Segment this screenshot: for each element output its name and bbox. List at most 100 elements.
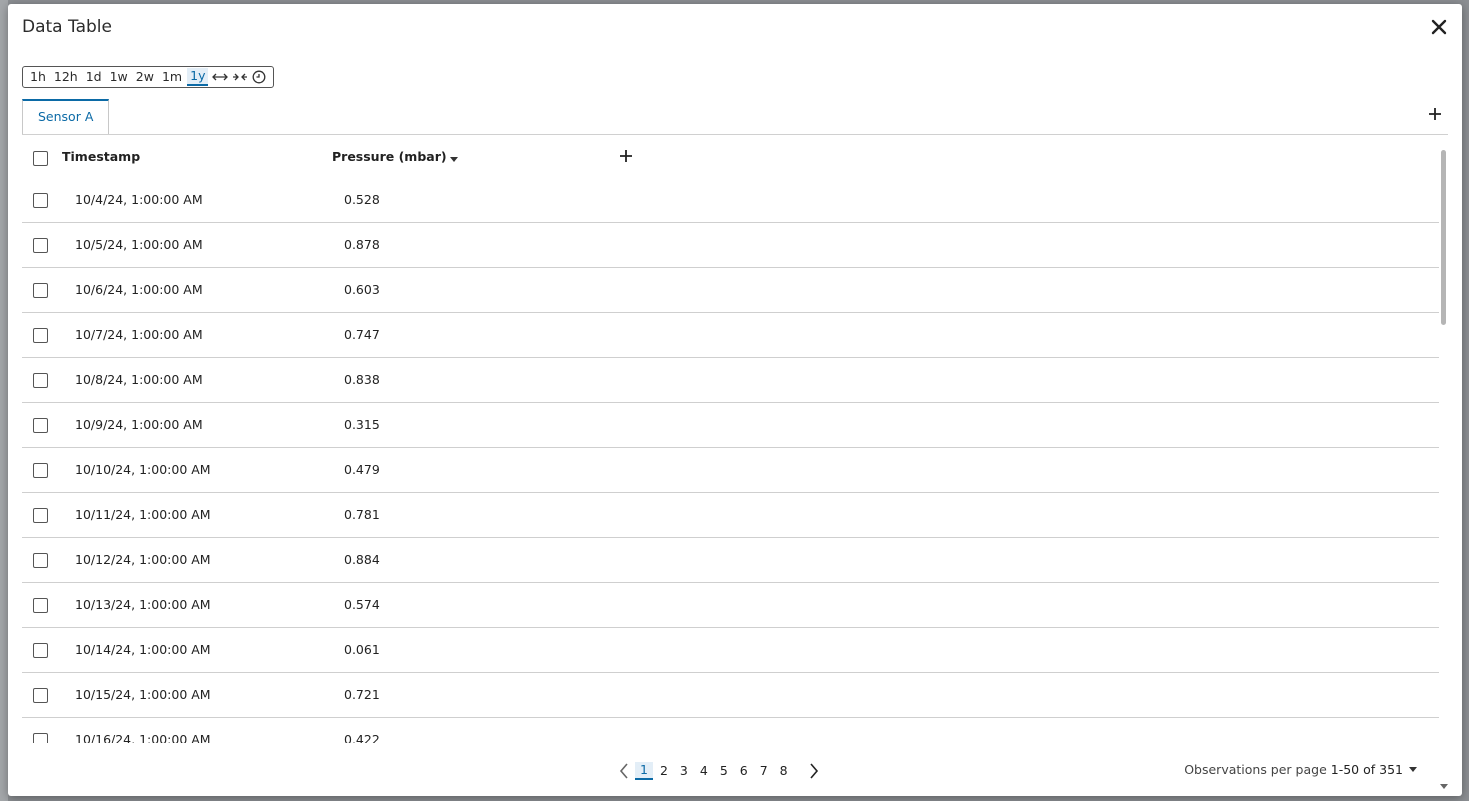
table-row[interactable]: 10/12/24, 1:00:00 AM 0.884 <box>22 538 1439 583</box>
range-12h-button[interactable]: 12h <box>51 68 81 86</box>
column-menu-button[interactable] <box>450 150 458 168</box>
chevron-right-icon <box>810 763 818 779</box>
row-checkbox[interactable] <box>33 328 48 343</box>
caret-down-icon <box>450 157 458 162</box>
timestamp-cell: 10/16/24, 1:00:00 AM <box>75 732 211 743</box>
collapse-range-button[interactable] <box>230 68 250 86</box>
table-row[interactable]: 10/16/24, 1:00:00 AM 0.422 <box>22 718 1439 743</box>
close-button[interactable] <box>1428 16 1450 38</box>
range-1w-button[interactable]: 1w <box>107 68 131 86</box>
row-checkbox[interactable] <box>33 418 48 433</box>
select-all-checkbox[interactable] <box>33 151 48 166</box>
page-7-button[interactable]: 7 <box>755 762 773 780</box>
table-row[interactable]: 10/10/24, 1:00:00 AM 0.479 <box>22 448 1439 493</box>
table-row[interactable]: 10/7/24, 1:00:00 AM 0.747 <box>22 313 1439 358</box>
pressure-cell: 0.747 <box>344 327 380 342</box>
range-1d-button[interactable]: 1d <box>83 68 105 86</box>
row-checkbox[interactable] <box>33 688 48 703</box>
background-app-edge <box>0 0 8 801</box>
per-page-label: Observations per page <box>1184 762 1327 777</box>
page-6-button[interactable]: 6 <box>735 762 753 780</box>
time-range-selector: 1h 12h 1d 1w 2w 1m 1y <box>22 66 274 88</box>
table-row[interactable]: 10/4/24, 1:00:00 AM 0.528 <box>22 178 1439 223</box>
row-checkbox[interactable] <box>33 463 48 478</box>
add-tab-button[interactable] <box>1422 101 1448 127</box>
clock-icon <box>252 70 266 84</box>
range-1m-button[interactable]: 1m <box>159 68 185 86</box>
table-row[interactable]: 10/6/24, 1:00:00 AM 0.603 <box>22 268 1439 313</box>
page-1-button[interactable]: 1 <box>635 762 653 780</box>
range-1y-button[interactable]: 1y <box>187 68 209 86</box>
plus-icon <box>620 150 632 162</box>
table-row[interactable]: 10/9/24, 1:00:00 AM 0.315 <box>22 403 1439 448</box>
page-range-text: 1-50 of 351 <box>1330 762 1403 777</box>
pressure-cell: 0.061 <box>344 642 380 657</box>
table-row[interactable]: 10/11/24, 1:00:00 AM 0.781 <box>22 493 1439 538</box>
timestamp-cell: 10/15/24, 1:00:00 AM <box>75 687 211 702</box>
data-table-dialog: Data Table 1h 12h 1d 1w 2w 1m 1y Sensor A Time… <box>8 4 1462 796</box>
timestamp-cell: 10/7/24, 1:00:00 AM <box>75 327 203 342</box>
timestamp-cell: 10/11/24, 1:00:00 AM <box>75 507 211 522</box>
timestamp-cell: 10/9/24, 1:00:00 AM <box>75 417 203 432</box>
row-checkbox[interactable] <box>33 598 48 613</box>
pressure-cell: 0.315 <box>344 417 380 432</box>
timestamp-cell: 10/12/24, 1:00:00 AM <box>75 552 211 567</box>
table-row[interactable]: 10/13/24, 1:00:00 AM 0.574 <box>22 583 1439 628</box>
per-page-dropdown[interactable]: 1-50 of 351 <box>1331 762 1417 777</box>
chevron-left-icon <box>619 763 628 779</box>
pressure-cell: 0.574 <box>344 597 380 612</box>
expand-range-icon <box>212 73 229 81</box>
pressure-cell: 0.878 <box>344 237 380 252</box>
vertical-scrollbar[interactable] <box>1440 144 1448 796</box>
page-8-button[interactable]: 8 <box>775 762 793 780</box>
table-row[interactable]: 10/15/24, 1:00:00 AM 0.721 <box>22 673 1439 718</box>
row-checkbox[interactable] <box>33 508 48 523</box>
timestamp-cell: 10/14/24, 1:00:00 AM <box>75 642 211 657</box>
caret-down-icon <box>1440 784 1448 789</box>
timestamp-cell: 10/4/24, 1:00:00 AM <box>75 192 203 207</box>
row-checkbox[interactable] <box>33 373 48 388</box>
data-table: Timestamp Pressure (mbar) 10/4/24, 1:00:… <box>22 137 1439 743</box>
row-checkbox[interactable] <box>33 643 48 658</box>
scrollbar-thumb[interactable] <box>1441 150 1446 325</box>
pressure-cell: 0.422 <box>344 732 380 743</box>
pressure-cell: 0.781 <box>344 507 380 522</box>
row-checkbox[interactable] <box>33 283 48 298</box>
column-header-timestamp[interactable]: Timestamp <box>62 149 140 164</box>
pressure-cell: 0.603 <box>344 282 380 297</box>
table-row[interactable]: 10/8/24, 1:00:00 AM 0.838 <box>22 358 1439 403</box>
expand-range-button[interactable] <box>210 68 230 86</box>
tab-strip: Sensor A <box>22 99 1448 135</box>
row-checkbox[interactable] <box>33 193 48 208</box>
pagination: 12345678 Observations per page 1-50 of 3… <box>8 760 1462 782</box>
pressure-cell: 0.838 <box>344 372 380 387</box>
table-header-row: Timestamp Pressure (mbar) <box>22 137 1439 179</box>
page-5-button[interactable]: 5 <box>715 762 733 780</box>
dialog-title: Data Table <box>22 17 112 37</box>
table-row[interactable]: 10/14/24, 1:00:00 AM 0.061 <box>22 628 1439 673</box>
add-column-button[interactable] <box>615 145 637 167</box>
timestamp-cell: 10/6/24, 1:00:00 AM <box>75 282 203 297</box>
timestamp-cell: 10/8/24, 1:00:00 AM <box>75 372 203 387</box>
pressure-cell: 0.721 <box>344 687 380 702</box>
pressure-cell: 0.479 <box>344 462 380 477</box>
clock-button[interactable] <box>249 68 269 86</box>
timestamp-cell: 10/13/24, 1:00:00 AM <box>75 597 211 612</box>
page-2-button[interactable]: 2 <box>655 762 673 780</box>
range-2w-button[interactable]: 2w <box>133 68 157 86</box>
row-checkbox[interactable] <box>33 553 48 568</box>
range-1h-button[interactable]: 1h <box>27 68 49 86</box>
table-row[interactable]: 10/5/24, 1:00:00 AM 0.878 <box>22 223 1439 268</box>
row-checkbox[interactable] <box>33 238 48 253</box>
page-4-button[interactable]: 4 <box>695 762 713 780</box>
pressure-cell: 0.528 <box>344 192 380 207</box>
page-3-button[interactable]: 3 <box>675 762 693 780</box>
column-header-pressure[interactable]: Pressure (mbar) <box>332 149 447 164</box>
close-icon <box>1431 19 1447 35</box>
collapse-range-icon <box>232 73 247 81</box>
next-page-button[interactable] <box>804 761 824 781</box>
previous-page-button[interactable] <box>614 761 634 781</box>
row-checkbox[interactable] <box>33 733 48 743</box>
tab-sensor-a[interactable]: Sensor A <box>22 99 110 134</box>
timestamp-cell: 10/10/24, 1:00:00 AM <box>75 462 211 477</box>
